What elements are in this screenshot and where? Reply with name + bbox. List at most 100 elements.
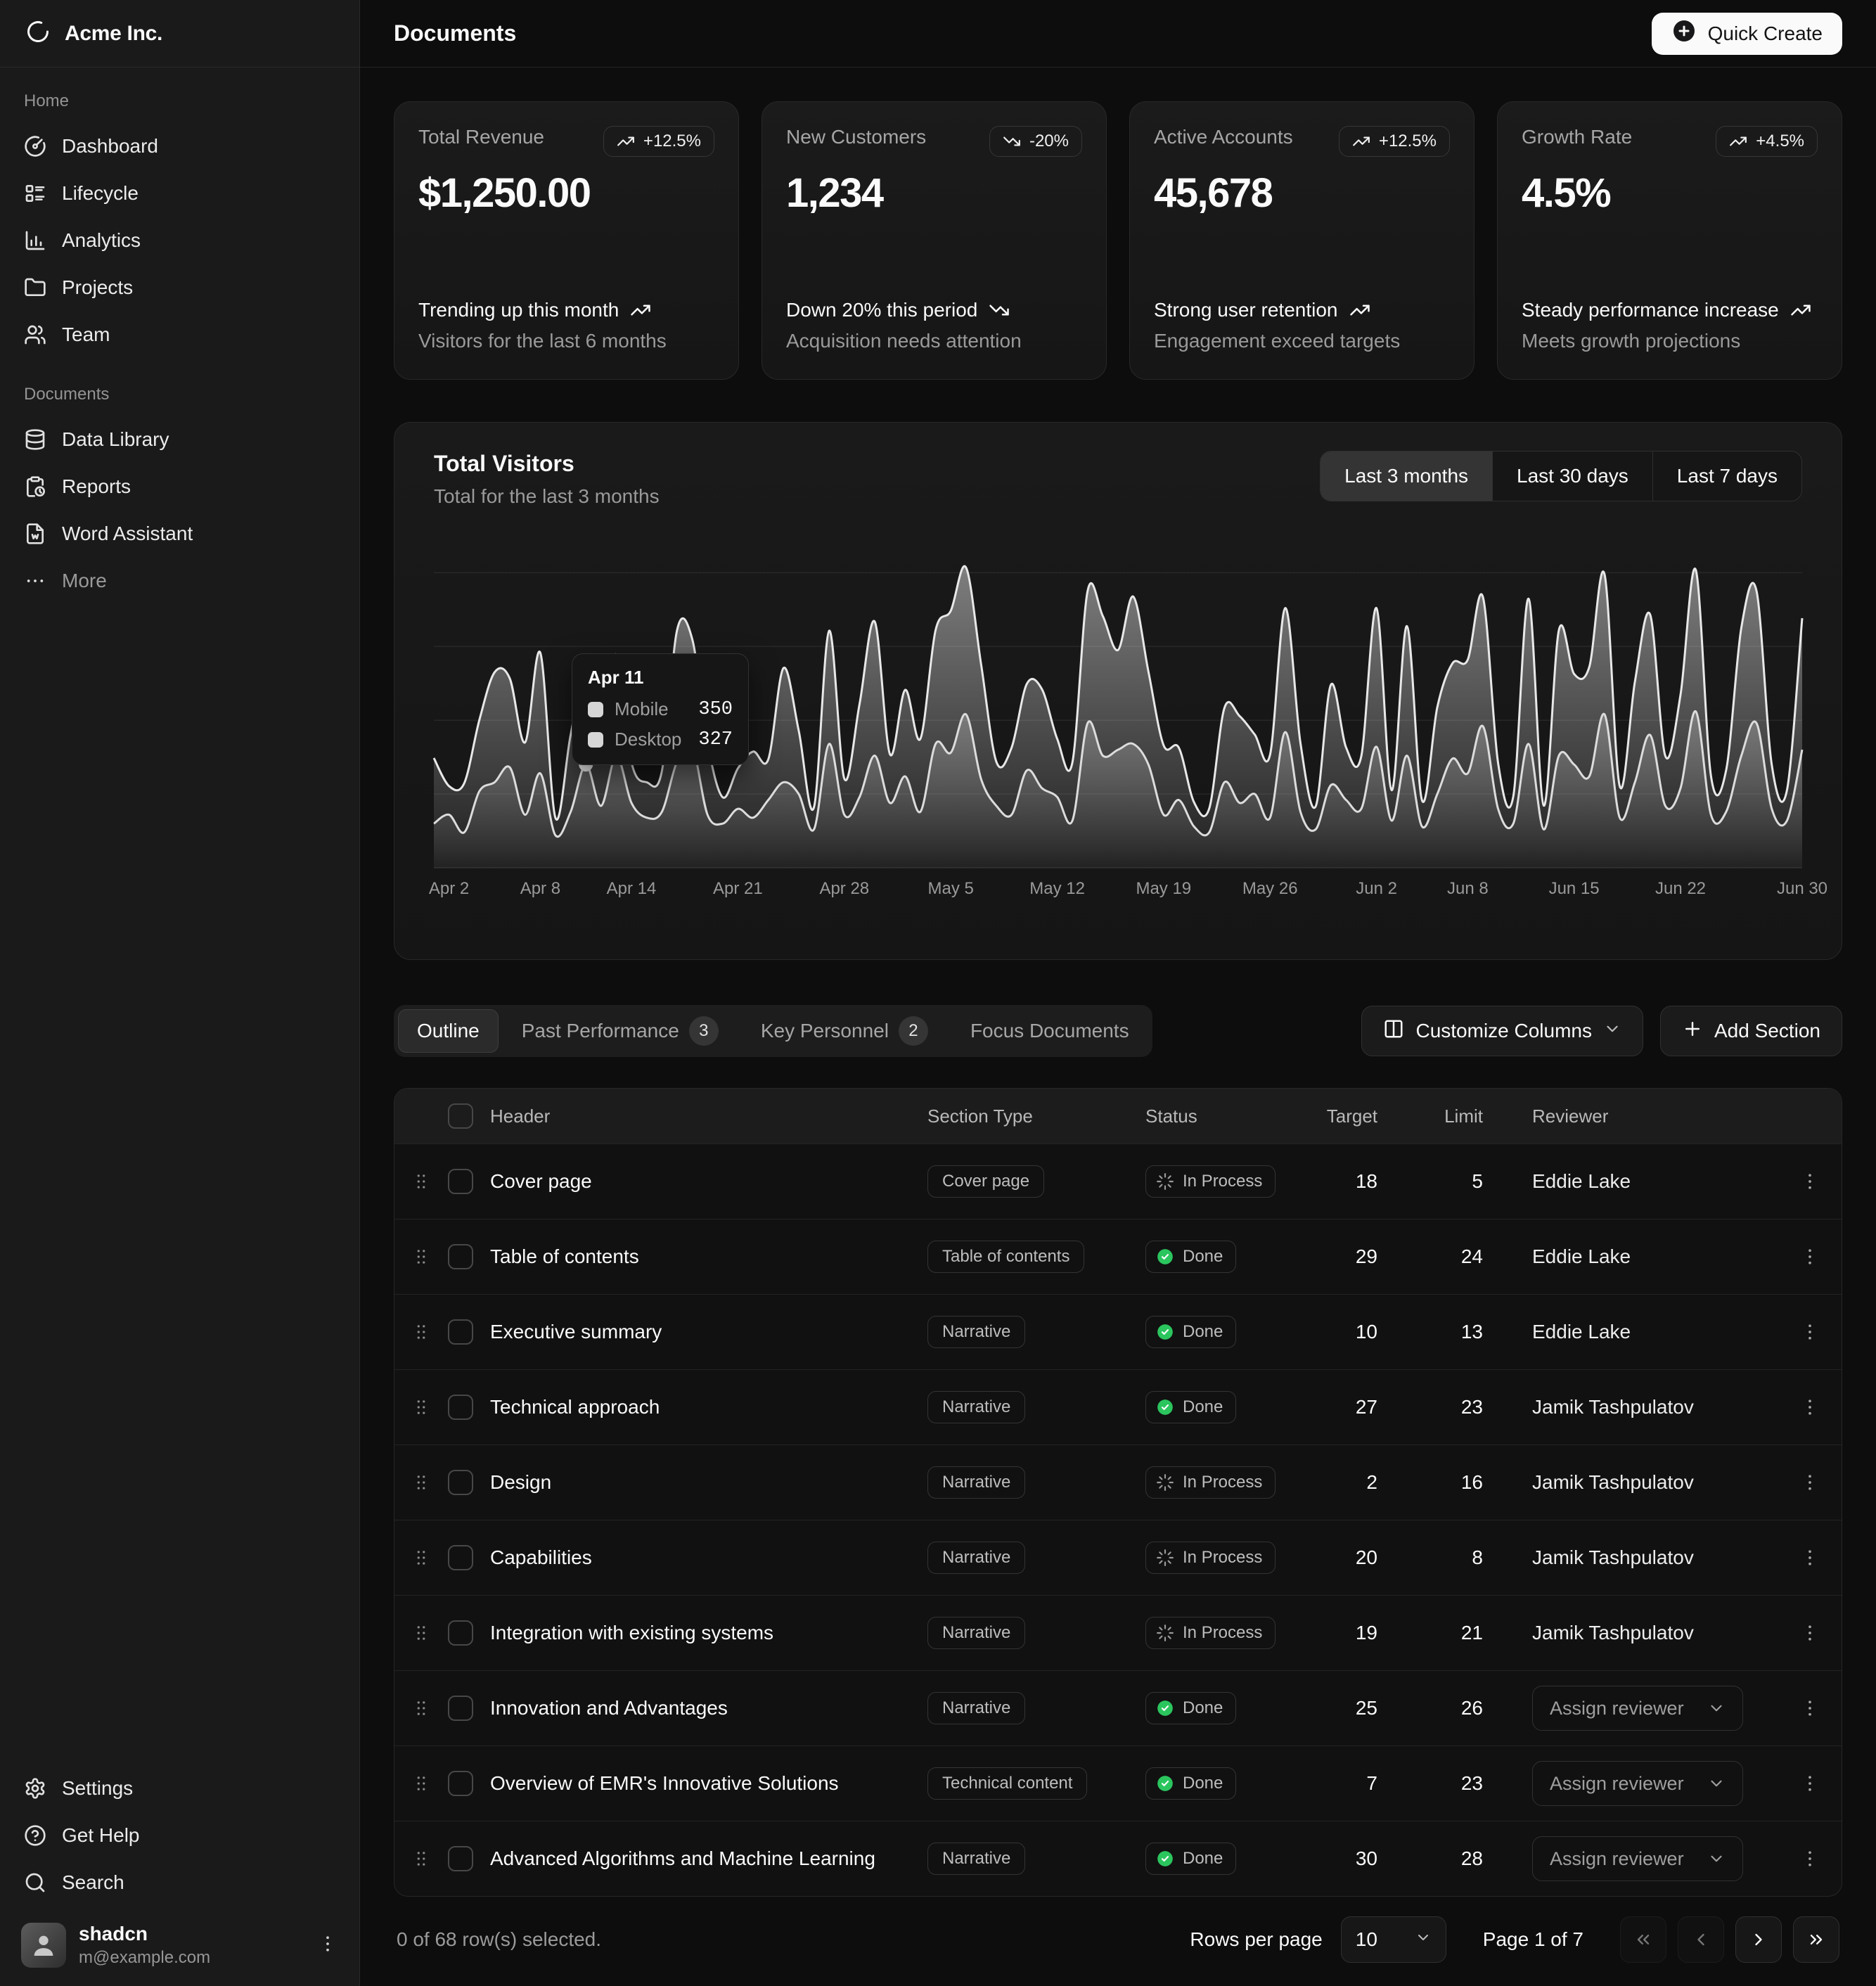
sidebar-header[interactable]: Acme Inc. [0, 0, 359, 68]
assign-reviewer-select[interactable]: Assign reviewer [1532, 1686, 1743, 1731]
sidebar-item-projects[interactable]: Projects [11, 266, 348, 309]
sidebar-item-search[interactable]: Search [11, 1861, 348, 1904]
limit-cell[interactable]: 13 [1399, 1321, 1504, 1343]
customize-columns-label: Customize Columns [1415, 1020, 1592, 1042]
previous-page-button[interactable] [1678, 1916, 1724, 1963]
row-header-cell[interactable]: Advanced Algorithms and Machine Learning [490, 1847, 927, 1870]
sidebar-item-data-library[interactable]: Data Library [11, 418, 348, 461]
drag-handle[interactable] [394, 1472, 448, 1493]
target-cell[interactable]: 19 [1318, 1622, 1399, 1644]
limit-cell[interactable]: 5 [1399, 1170, 1504, 1193]
sidebar-item-settings[interactable]: Settings [11, 1767, 348, 1810]
sidebar-item-lifecycle[interactable]: Lifecycle [11, 172, 348, 215]
row-checkbox[interactable] [448, 1545, 473, 1570]
limit-cell[interactable]: 28 [1399, 1847, 1504, 1870]
user-email: m@example.com [79, 1948, 210, 1968]
brand-name: Acme Inc. [65, 22, 162, 46]
limit-cell[interactable]: 8 [1399, 1546, 1504, 1569]
drag-handle[interactable] [394, 1397, 448, 1418]
row-header-cell[interactable]: Overview of EMR's Innovative Solutions [490, 1772, 927, 1795]
drag-handle[interactable] [394, 1698, 448, 1719]
row-actions-menu[interactable] [1778, 1698, 1842, 1719]
user-menu[interactable]: shadcn m@example.com [11, 1914, 348, 1976]
customize-columns-button[interactable]: Customize Columns [1361, 1006, 1643, 1056]
row-header-cell[interactable]: Innovation and Advantages [490, 1697, 927, 1719]
user-menu-kebab[interactable] [317, 1933, 338, 1958]
row-header-cell[interactable]: Table of contents [490, 1245, 927, 1268]
tab-key-personnel[interactable]: Key Personnel2 [742, 1009, 947, 1053]
last-page-button[interactable] [1793, 1916, 1839, 1963]
row-checkbox[interactable] [448, 1846, 473, 1871]
target-cell[interactable]: 7 [1318, 1772, 1399, 1795]
range-option-last-3-months[interactable]: Last 3 months [1321, 451, 1492, 501]
assign-reviewer-select[interactable]: Assign reviewer [1532, 1836, 1743, 1881]
row-actions-menu[interactable] [1778, 1622, 1842, 1644]
drag-handle[interactable] [394, 1171, 448, 1192]
next-page-button[interactable] [1735, 1916, 1782, 1963]
sidebar-item-reports[interactable]: Reports [11, 465, 348, 508]
limit-cell[interactable]: 23 [1399, 1396, 1504, 1418]
row-checkbox[interactable] [448, 1771, 473, 1796]
target-cell[interactable]: 30 [1318, 1847, 1399, 1870]
row-actions-menu[interactable] [1778, 1472, 1842, 1493]
drag-handle[interactable] [394, 1773, 448, 1794]
sidebar-item-dashboard[interactable]: Dashboard [11, 124, 348, 168]
trending-up-icon [1790, 300, 1811, 321]
row-checkbox[interactable] [448, 1620, 473, 1646]
row-header-cell[interactable]: Cover page [490, 1170, 927, 1193]
row-checkbox[interactable] [448, 1696, 473, 1721]
row-checkbox[interactable] [448, 1169, 473, 1194]
sidebar-item-analytics[interactable]: Analytics [11, 219, 348, 262]
stat-card-footer: Down 20% this periodAcquisition needs at… [786, 299, 1082, 352]
sidebar-item-get-help[interactable]: Get Help [11, 1814, 348, 1857]
row-header-cell[interactable]: Integration with existing systems [490, 1622, 927, 1644]
row-checkbox[interactable] [448, 1244, 473, 1269]
sidebar-item-more[interactable]: More [11, 559, 348, 603]
first-page-button[interactable] [1620, 1916, 1666, 1963]
select-all-checkbox[interactable] [448, 1103, 473, 1129]
target-cell[interactable]: 25 [1318, 1697, 1399, 1719]
target-cell[interactable]: 20 [1318, 1546, 1399, 1569]
row-header-cell[interactable]: Design [490, 1471, 927, 1494]
row-header-cell[interactable]: Capabilities [490, 1546, 927, 1569]
sidebar-item-word-assistant[interactable]: Word Assistant [11, 512, 348, 556]
target-cell[interactable]: 29 [1318, 1245, 1399, 1268]
row-actions-menu[interactable] [1778, 1321, 1842, 1343]
row-actions-menu[interactable] [1778, 1246, 1842, 1267]
drag-handle[interactable] [394, 1246, 448, 1267]
row-checkbox[interactable] [448, 1470, 473, 1495]
drag-handle[interactable] [394, 1848, 448, 1869]
assign-reviewer-select[interactable]: Assign reviewer [1532, 1761, 1743, 1806]
drag-handle[interactable] [394, 1321, 448, 1343]
rows-per-page-select[interactable]: 10 [1341, 1916, 1446, 1963]
limit-cell[interactable]: 23 [1399, 1772, 1504, 1795]
target-cell[interactable]: 2 [1318, 1471, 1399, 1494]
row-header-cell[interactable]: Executive summary [490, 1321, 927, 1343]
add-section-button[interactable]: Add Section [1660, 1006, 1842, 1056]
target-cell[interactable]: 27 [1318, 1396, 1399, 1418]
range-option-last-7-days[interactable]: Last 7 days [1652, 451, 1801, 501]
row-header-cell[interactable]: Technical approach [490, 1396, 927, 1418]
row-checkbox[interactable] [448, 1319, 473, 1345]
range-option-last-30-days[interactable]: Last 30 days [1492, 451, 1652, 501]
tab-past-performance[interactable]: Past Performance3 [503, 1009, 738, 1053]
drag-handle[interactable] [394, 1547, 448, 1568]
row-actions-menu[interactable] [1778, 1773, 1842, 1794]
row-checkbox[interactable] [448, 1395, 473, 1420]
row-actions-menu[interactable] [1778, 1848, 1842, 1869]
limit-cell[interactable]: 24 [1399, 1245, 1504, 1268]
target-cell[interactable]: 10 [1318, 1321, 1399, 1343]
tab-outline[interactable]: Outline [398, 1009, 499, 1053]
sidebar-item-team[interactable]: Team [11, 313, 348, 357]
quick-create-button[interactable]: Quick Create [1652, 13, 1842, 55]
limit-cell[interactable]: 26 [1399, 1697, 1504, 1719]
drag-handle[interactable] [394, 1622, 448, 1644]
tab-focus-documents[interactable]: Focus Documents [951, 1009, 1148, 1053]
target-cell[interactable]: 18 [1318, 1170, 1399, 1193]
limit-cell[interactable]: 16 [1399, 1471, 1504, 1494]
row-actions-menu[interactable] [1778, 1397, 1842, 1418]
row-actions-menu[interactable] [1778, 1547, 1842, 1568]
row-actions-menu[interactable] [1778, 1171, 1842, 1192]
limit-cell[interactable]: 21 [1399, 1622, 1504, 1644]
grip-vertical-icon [411, 1848, 432, 1869]
